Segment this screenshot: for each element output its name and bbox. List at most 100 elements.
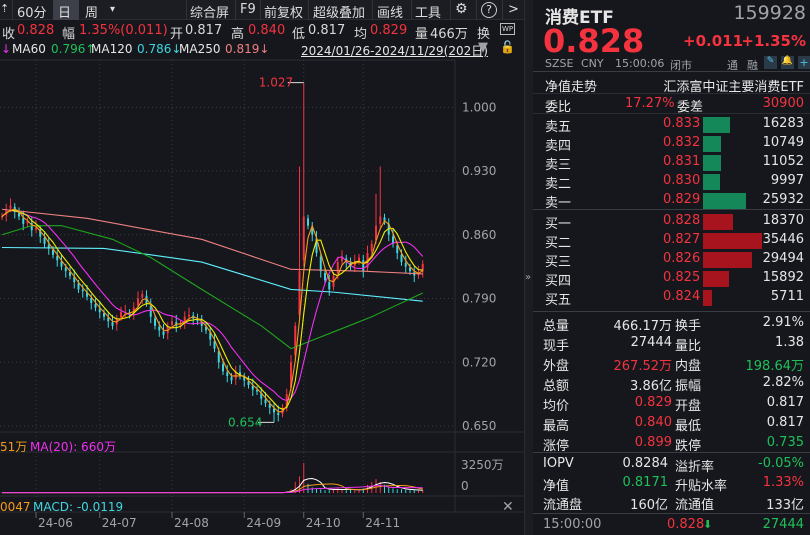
level-label: 卖五 xyxy=(545,120,572,135)
toolbar-item-overlay[interactable]: 超级叠加 xyxy=(313,2,365,21)
candle-body xyxy=(188,314,190,317)
stat-label: 振幅 xyxy=(675,379,702,394)
toolbar-item-f9[interactable]: F9 xyxy=(240,2,256,17)
stat-label: 现手 xyxy=(543,339,570,354)
level-price: 0.830 xyxy=(663,173,701,188)
range-dropdown-icon[interactable]: ▼ xyxy=(478,40,488,55)
ma-prev-arrow: ↓ xyxy=(1,42,12,56)
stat-label: 均价 xyxy=(543,399,570,414)
stat-value: 160亿 xyxy=(630,498,668,513)
candle-body xyxy=(273,408,275,413)
stat-label: 溢折率 xyxy=(675,460,715,475)
candle-body xyxy=(222,364,224,372)
stat-label: 换手 xyxy=(675,319,702,334)
low-value: 0.817 xyxy=(308,23,346,38)
toolbar-item-tools[interactable]: 工具 xyxy=(415,2,441,21)
ask-row[interactable]: 卖一 0.829 25932 xyxy=(533,191,810,211)
level-volume-bar xyxy=(703,117,730,133)
candle-body xyxy=(22,217,25,224)
candle-body xyxy=(251,385,254,390)
etf-row: IOPV 0.8284 溢折率 -0.05% xyxy=(533,455,810,475)
candle-body xyxy=(56,255,59,261)
stat-label: 外盘 xyxy=(543,359,570,374)
price-tick-label: 0.860 xyxy=(462,228,496,242)
bid-row[interactable]: 买二 0.827 35446 xyxy=(533,231,810,251)
level-volume: 11052 xyxy=(762,154,804,169)
level-price: 0.824 xyxy=(663,289,701,304)
stat-value: 198.64万 xyxy=(745,359,805,374)
level-label: 卖三 xyxy=(545,158,572,173)
ma60-label: MA60 xyxy=(12,42,46,56)
candle-body xyxy=(400,254,403,263)
period-more-dropdown[interactable]: ▾ xyxy=(110,4,115,15)
ask-row[interactable]: 卖五 0.833 16283 xyxy=(533,115,810,135)
candle-body xyxy=(137,298,139,306)
period-day-tab[interactable]: 日 xyxy=(53,0,79,21)
candle-body xyxy=(9,205,12,209)
collapse-icon[interactable]: » xyxy=(525,272,531,283)
stats-row: 现手 27444 量比 1.38 xyxy=(533,334,810,354)
add-watchlist-icon[interactable]: + xyxy=(798,56,810,69)
level-volume-bar xyxy=(703,290,712,306)
level-volume-bar xyxy=(703,136,721,152)
candle-body xyxy=(379,216,382,224)
bid-row[interactable]: 买一 0.828 18370 xyxy=(533,212,810,232)
edit-icon[interactable]: ✎ xyxy=(764,56,777,69)
alert-bell-icon[interactable]: 🔔 xyxy=(781,56,794,69)
candle-body xyxy=(328,282,331,290)
stat-label: 开盘 xyxy=(675,399,702,414)
quote-panel: 消费ETF 159928 0.828 +0.011 +1.35% SZSE CN… xyxy=(533,0,810,535)
toolbar-item-draw[interactable]: 画线 xyxy=(377,2,403,21)
wp-icon[interactable]: WP xyxy=(500,23,516,35)
candle-body xyxy=(302,216,305,261)
close-value: 0.828 xyxy=(17,23,55,38)
level-volume: 18370 xyxy=(762,213,804,228)
stat-label: 总量 xyxy=(543,319,570,334)
level-price: 0.828 xyxy=(663,213,701,228)
ask-row[interactable]: 卖二 0.830 9997 xyxy=(533,172,810,192)
lock-icon[interactable]: 🔓 xyxy=(500,40,515,54)
weibi-row: 委比 17.27% 委差 30900 xyxy=(533,95,810,115)
volume-ma-line xyxy=(2,485,423,494)
tick-price: 0.828 xyxy=(667,517,705,532)
toolbar-item-adjust[interactable]: 前复权 xyxy=(264,2,303,21)
level-volume: 25932 xyxy=(762,192,804,207)
level-label: 买二 xyxy=(545,236,572,251)
bid-row[interactable]: 买三 0.826 29494 xyxy=(533,250,810,270)
stats-row: 涨停 0.899 跌停 0.735 xyxy=(533,434,810,454)
stat-value: 267.52万 xyxy=(613,359,673,374)
avg-value: 0.829 xyxy=(370,23,408,38)
close-icon[interactable]: ✕ xyxy=(502,499,514,515)
candle-body xyxy=(230,376,233,381)
date-tick-label: 24-09 xyxy=(246,516,281,530)
volume-axis-zero: 0 xyxy=(461,479,469,493)
chevron-right-icon[interactable]: > xyxy=(508,2,519,17)
candle-body xyxy=(362,260,365,272)
ma10-line xyxy=(1,209,424,402)
bid-row[interactable]: 买四 0.825 15892 xyxy=(533,269,810,289)
level-label: 卖二 xyxy=(545,177,572,192)
candle-body xyxy=(154,318,156,326)
ask-row[interactable]: 卖四 0.832 10749 xyxy=(533,134,810,154)
gear-icon[interactable]: ⚙ xyxy=(455,1,468,17)
level-price: 0.829 xyxy=(663,192,701,207)
date-tick-label: 24-08 xyxy=(174,516,209,530)
level-price: 0.833 xyxy=(663,116,701,131)
quote-time: 15:00:06 xyxy=(615,57,665,70)
panel-collapse-handle[interactable]: » xyxy=(524,0,533,535)
bid-row[interactable]: 买五 0.824 5711 xyxy=(533,288,810,308)
stat-value: 1.38 xyxy=(775,335,804,350)
candle-body xyxy=(158,326,161,331)
help-icon[interactable]: ? xyxy=(481,2,497,18)
period-week-tab[interactable]: 周 xyxy=(85,2,98,21)
date-range-link[interactable]: 2024/01/26-2024/11/29(202日) xyxy=(301,42,488,59)
candle-body xyxy=(77,283,80,290)
level-volume: 5711 xyxy=(770,289,804,304)
price-tick-label: 0.650 xyxy=(462,419,496,433)
candle-body xyxy=(120,312,122,318)
ask-row[interactable]: 卖三 0.831 11052 xyxy=(533,153,810,173)
period-60min-tab[interactable]: 60分 xyxy=(17,2,47,21)
stat-value: 0.8284 xyxy=(622,456,669,471)
tick-row: 15:00:00 0.828 ⬇ 27444 xyxy=(533,516,810,535)
toolbar-item-composite[interactable]: 综合屏 xyxy=(190,2,229,21)
